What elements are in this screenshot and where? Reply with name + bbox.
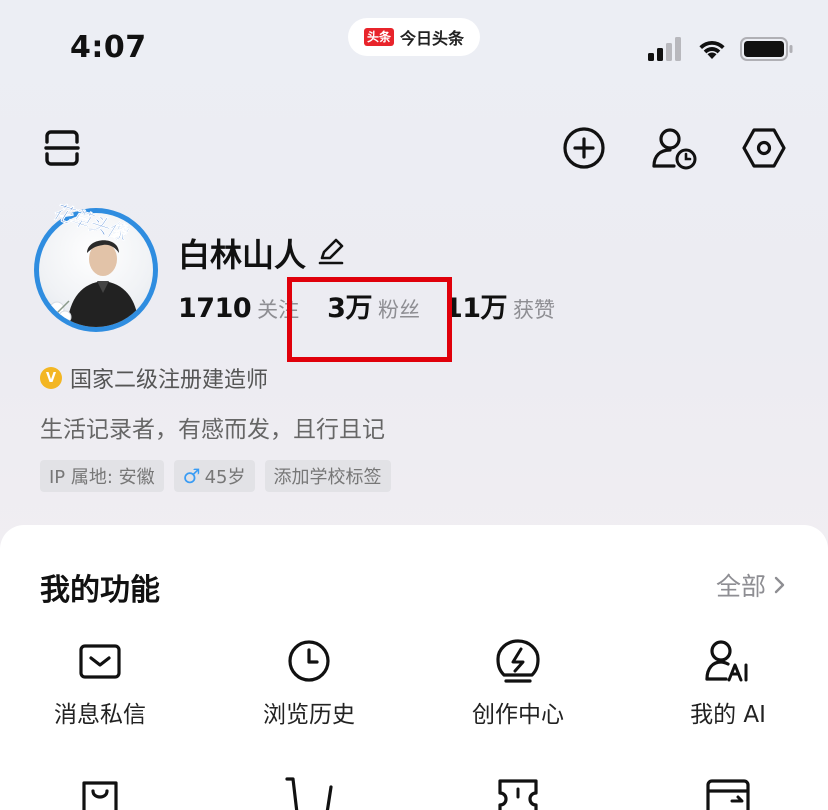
features-all-link[interactable]: 全部 <box>716 567 786 603</box>
feature-label: 浏览历史 <box>263 702 355 728</box>
battery-icon <box>740 37 793 61</box>
features-card: 我的功能 全部 消息私信 浏览历史 创作中心 我的 AI <box>0 525 828 810</box>
feature-label: 创作中心 <box>472 702 564 728</box>
wallet-icon <box>706 779 750 810</box>
verified-badge-icon: V <box>40 367 62 389</box>
feature-row2-1[interactable] <box>0 775 200 810</box>
feature-messages[interactable]: 消息私信 <box>0 637 200 729</box>
ticket-icon <box>498 779 538 810</box>
edit-icon[interactable] <box>316 236 346 266</box>
ai-icon <box>705 640 748 682</box>
status-app-indicator[interactable]: 头条 今日头条 <box>348 18 480 56</box>
scan-icon[interactable] <box>38 124 86 172</box>
feature-label: 我的 AI <box>690 702 766 728</box>
add-school-tag[interactable]: 添加学校标签 <box>264 460 391 492</box>
likes-count: 11万 <box>443 293 508 324</box>
add-icon[interactable] <box>560 124 608 172</box>
highlight-annotation-box <box>287 277 452 362</box>
feature-creator-center[interactable]: 创作中心 <box>418 637 618 729</box>
signal-icon <box>648 37 681 61</box>
chevron-right-icon <box>774 576 785 594</box>
profile-tags: IP 属地: 安徽 ♂ 45岁 添加学校标签 <box>40 460 391 492</box>
following-count: 1710 <box>178 293 252 324</box>
feature-row2-2[interactable] <box>209 775 409 810</box>
feature-my-ai[interactable]: 我的 AI <box>628 637 828 729</box>
message-icon <box>79 644 121 679</box>
ip-location-text: IP 属地: 安徽 <box>49 467 155 488</box>
history-icon <box>288 640 330 682</box>
toutiao-logo: 头条 <box>363 28 394 46</box>
profile-bio: 生活记录者，有感而发，且行且记 <box>40 417 385 443</box>
status-time: 4:07 <box>70 30 147 65</box>
visitor-history-icon[interactable] <box>650 124 698 172</box>
features-all-label: 全部 <box>715 572 766 601</box>
feature-history[interactable]: 浏览历史 <box>209 637 409 729</box>
likes-stat[interactable]: 11万 获赞 <box>444 286 555 325</box>
certification: V 国家二级注册建造师 <box>40 362 268 394</box>
certification-text: 国家二级注册建造师 <box>70 368 269 393</box>
status-app-name: 今日头条 <box>400 29 465 48</box>
male-icon: ♂ <box>182 464 201 488</box>
profile-name: 白林山人 <box>178 236 307 274</box>
creator-icon <box>496 639 540 683</box>
feature-row2-3[interactable] <box>418 775 618 810</box>
age-tag[interactable]: ♂ 45岁 <box>173 460 255 492</box>
likes-label: 获赞 <box>513 298 556 322</box>
features-title: 我的功能 <box>40 573 160 608</box>
status-icons <box>648 36 794 62</box>
settings-icon[interactable] <box>740 124 788 172</box>
feature-row2-4[interactable] <box>628 775 828 810</box>
age-text: 45岁 <box>204 467 246 488</box>
following-stat[interactable]: 1710 关注 <box>178 293 299 324</box>
feature-label: 消息私信 <box>54 702 146 728</box>
add-school-text: 添加学校标签 <box>273 467 382 488</box>
bag-icon <box>82 781 118 810</box>
wifi-icon <box>699 40 725 59</box>
cart-icon <box>285 777 333 810</box>
ip-location-tag: IP 属地: 安徽 <box>40 460 164 492</box>
